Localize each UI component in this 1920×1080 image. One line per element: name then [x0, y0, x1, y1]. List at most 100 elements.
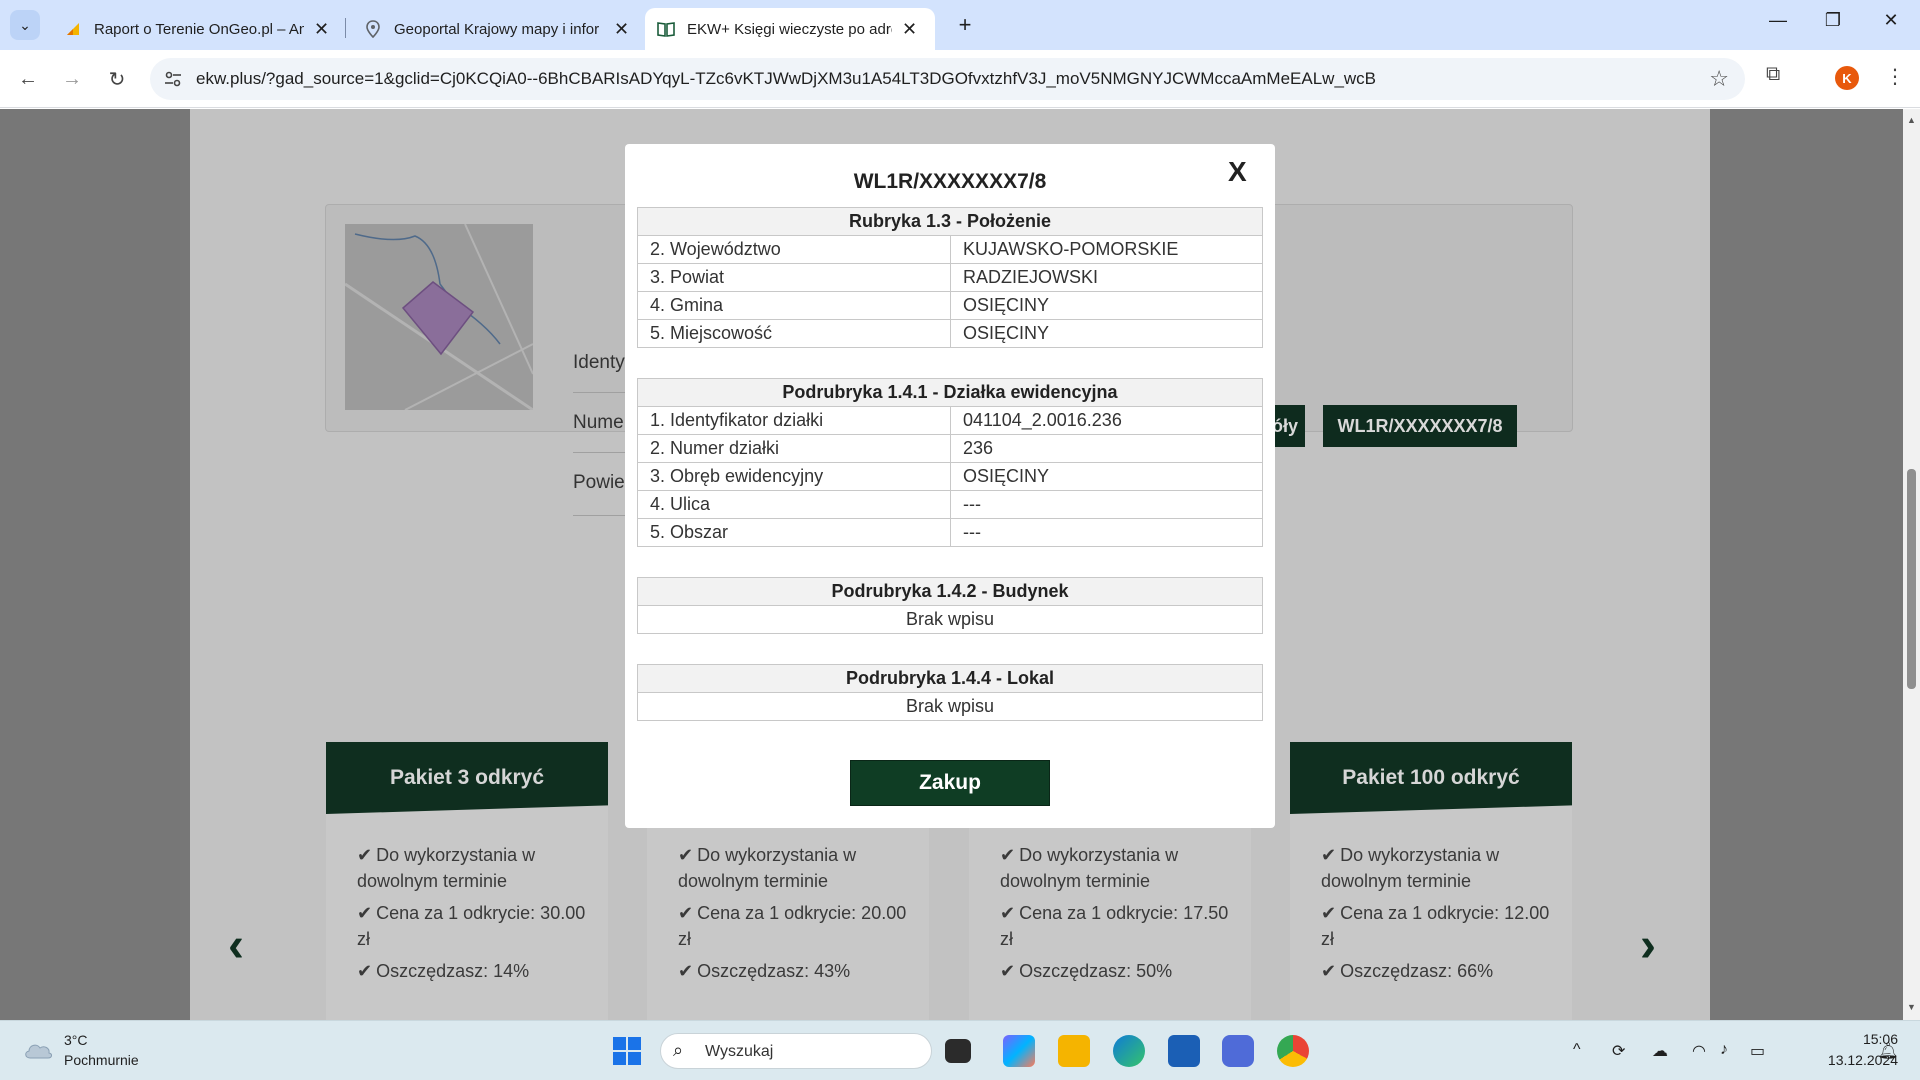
package-features: ✔ Do wykorzystania w dowolnym terminie ✔ C… — [357, 842, 597, 990]
table-row: Brak wpisu — [637, 692, 1263, 721]
file-explorer-icon[interactable] — [1058, 1035, 1090, 1067]
sync-icon[interactable]: ⟳ — [1612, 1041, 1625, 1061]
taskbar-search-input[interactable]: ⌕ Wyszukaj — [660, 1033, 932, 1069]
divider — [573, 452, 633, 453]
bookmark-star-icon[interactable]: ☆ — [1709, 66, 1729, 92]
windows-taskbar: 3°C Pochmurnie ⌕ Wyszukaj ^ ⟳ ☁ ◠ ♪ ▭ 15… — [0, 1020, 1920, 1080]
table-row: 3. Obręb ewidencyjny OSIĘCINY — [637, 462, 1263, 491]
scroll-thumb[interactable] — [1907, 469, 1916, 689]
weather-description[interactable]: Pochmurnie — [64, 1052, 139, 1068]
site-settings-icon[interactable] — [162, 68, 184, 90]
background-label-powierzchnia: Powie — [573, 472, 625, 493]
budynek-table: Podrubryka 1.4.2 - Budynek Brak wpisu — [637, 577, 1263, 634]
table-row: 4. Ulica --- — [637, 490, 1263, 519]
tab-search-dropdown[interactable]: ⌄ — [10, 10, 40, 40]
window-close-icon[interactable]: ✕ — [1871, 10, 1911, 31]
scroll-down-icon[interactable]: ▼ — [1907, 1002, 1916, 1012]
kw-number-button[interactable]: WL1R/XXXXXXX7/8 — [1323, 405, 1517, 447]
close-icon[interactable]: ✕ — [614, 19, 629, 40]
url-text[interactable]: ekw.plus/?gad_source=1&gclid=Cj0KCQiA0--… — [196, 69, 1376, 89]
list-item: ✔ Cena za 1 odkrycie: 20.00 zł — [678, 903, 907, 949]
cloud-off-icon[interactable]: ☁ — [1652, 1041, 1668, 1061]
book-icon — [657, 20, 675, 38]
new-tab-button[interactable]: + — [950, 10, 980, 40]
windows-start-icon[interactable] — [611, 1035, 643, 1067]
store-icon[interactable] — [1168, 1035, 1200, 1067]
parcel-map-thumbnail — [345, 224, 533, 410]
forward-icon[interactable]: → — [57, 64, 87, 94]
list-item: ✔ Do wykorzystania w dowolnym terminie — [357, 845, 536, 891]
package-title: Pakiet 3 odkryć — [326, 742, 608, 814]
chevron-up-icon[interactable]: ^ — [1573, 1041, 1581, 1059]
check-icon: ✔ — [357, 961, 373, 981]
wifi-icon[interactable]: ◠ — [1692, 1041, 1706, 1061]
cloud-icon[interactable] — [22, 1038, 54, 1060]
tab-ekw[interactable]: EKW+ Księgi wieczyste po adre ✕ — [645, 8, 935, 50]
check-icon: ✔ — [1000, 845, 1016, 865]
weather-temperature[interactable]: 3°C — [64, 1032, 88, 1048]
ongeo-icon — [64, 20, 82, 38]
table-row: Brak wpisu — [637, 605, 1263, 634]
dzialka-table: Podrubryka 1.4.1 - Działka ewidencyjna 1… — [637, 378, 1263, 547]
list-item: ✔ Oszczędzasz: 66% — [1321, 961, 1494, 981]
battery-icon[interactable]: ▭ — [1750, 1041, 1765, 1061]
section-header: Rubryka 1.3 - Położenie — [637, 207, 1263, 236]
close-icon[interactable]: ✕ — [314, 19, 329, 40]
tab-geoportal[interactable]: Geoportal Krajowy mapy i infor ✕ — [352, 8, 641, 50]
carousel-prev-icon[interactable]: ‹ — [228, 918, 244, 973]
address-bar[interactable]: ekw.plus/?gad_source=1&gclid=Cj0KCQiA0--… — [150, 58, 1745, 100]
reload-icon[interactable]: ↻ — [102, 64, 132, 94]
task-view-icon[interactable] — [945, 1039, 971, 1063]
tab-separator — [345, 18, 346, 38]
list-item: ✔ Oszczędzasz: 50% — [1000, 961, 1173, 981]
close-icon[interactable]: ✕ — [902, 19, 917, 40]
carousel-next-icon[interactable]: › — [1640, 918, 1656, 973]
chrome-icon[interactable] — [1277, 1035, 1309, 1067]
package-card-100: Pakiet 100 odkryć ✔ Do wykorzystania w do… — [1290, 742, 1572, 1032]
app-icon[interactable] — [1222, 1035, 1254, 1067]
scroll-up-icon[interactable]: ▲ — [1907, 115, 1916, 125]
notification-bell-icon[interactable]: 🔔︎ — [1878, 1041, 1898, 1061]
tab-title: Geoportal Krajowy mapy i infor — [394, 20, 600, 38]
check-icon: ✔ — [678, 845, 694, 865]
list-item: ✔ Cena za 1 odkrycie: 30.00 zł — [357, 903, 586, 949]
check-icon: ✔ — [357, 845, 373, 865]
table-row: 2. Numer działki 236 — [637, 434, 1263, 463]
section-header: Podrubryka 1.4.4 - Lokal — [637, 664, 1263, 693]
back-icon[interactable]: ← — [13, 64, 43, 94]
check-icon: ✔ — [678, 903, 694, 923]
page-scrollbar[interactable]: ▲ ▼ — [1903, 109, 1920, 1020]
tab-title: Raport o Terenie OnGeo.pl – An — [94, 20, 304, 38]
divider — [573, 515, 633, 516]
check-icon: ✔ — [678, 961, 694, 981]
close-icon[interactable]: X — [1228, 156, 1247, 188]
list-item: ✔ Do wykorzystania w dowolnym terminie — [678, 845, 857, 891]
avatar[interactable]: K — [1835, 66, 1859, 90]
edge-icon[interactable] — [1113, 1035, 1145, 1067]
extensions-icon[interactable]: ⧉ — [1766, 63, 1780, 86]
restore-icon[interactable]: ❐ — [1813, 10, 1853, 31]
package-features: ✔ Do wykorzystania w dowolnym terminie ✔ C… — [1000, 842, 1240, 990]
tab-ongeo[interactable]: Raport o Terenie OnGeo.pl – An ✕ — [52, 8, 341, 50]
lokal-table: Podrubryka 1.4.4 - Lokal Brak wpisu — [637, 664, 1263, 721]
browser-tab-bar: ⌄ Raport o Terenie OnGeo.pl – An ✕ Geopo… — [0, 0, 1920, 50]
check-icon: ✔ — [1000, 961, 1016, 981]
divider — [573, 392, 633, 393]
background-label-numer: Nume — [573, 412, 624, 433]
table-row: 1. Identyfikator działki 041104_2.0016.23… — [637, 406, 1263, 435]
package-features: ✔ Do wykorzystania w dowolnym terminie ✔ C… — [1321, 842, 1561, 990]
check-icon: ✔ — [1321, 845, 1337, 865]
search-icon: ⌕ — [673, 1040, 684, 1060]
minimize-icon[interactable]: — — [1758, 10, 1798, 31]
section-header: Podrubryka 1.4.2 - Budynek — [637, 577, 1263, 606]
background-label-identyfikator: Identy — [573, 352, 625, 373]
menu-icon[interactable]: ⋮ — [1885, 64, 1905, 89]
purchase-button[interactable]: Zakup — [850, 760, 1050, 806]
land-register-modal: WL1R/XXXXXXX7/8 X Rubryka 1.3 - Położeni… — [625, 144, 1275, 828]
volume-icon[interactable]: ♪ — [1720, 1041, 1728, 1059]
table-row: 2. Województwo KUJAWSKO-POMORSKIE — [637, 235, 1263, 264]
table-row: 5. Obszar --- — [637, 518, 1263, 547]
package-features: ✔ Do wykorzystania w dowolnym terminie ✔ C… — [678, 842, 918, 990]
copilot-icon[interactable] — [1003, 1035, 1035, 1067]
list-item: ✔ Do wykorzystania w dowolnym terminie — [1321, 845, 1500, 891]
